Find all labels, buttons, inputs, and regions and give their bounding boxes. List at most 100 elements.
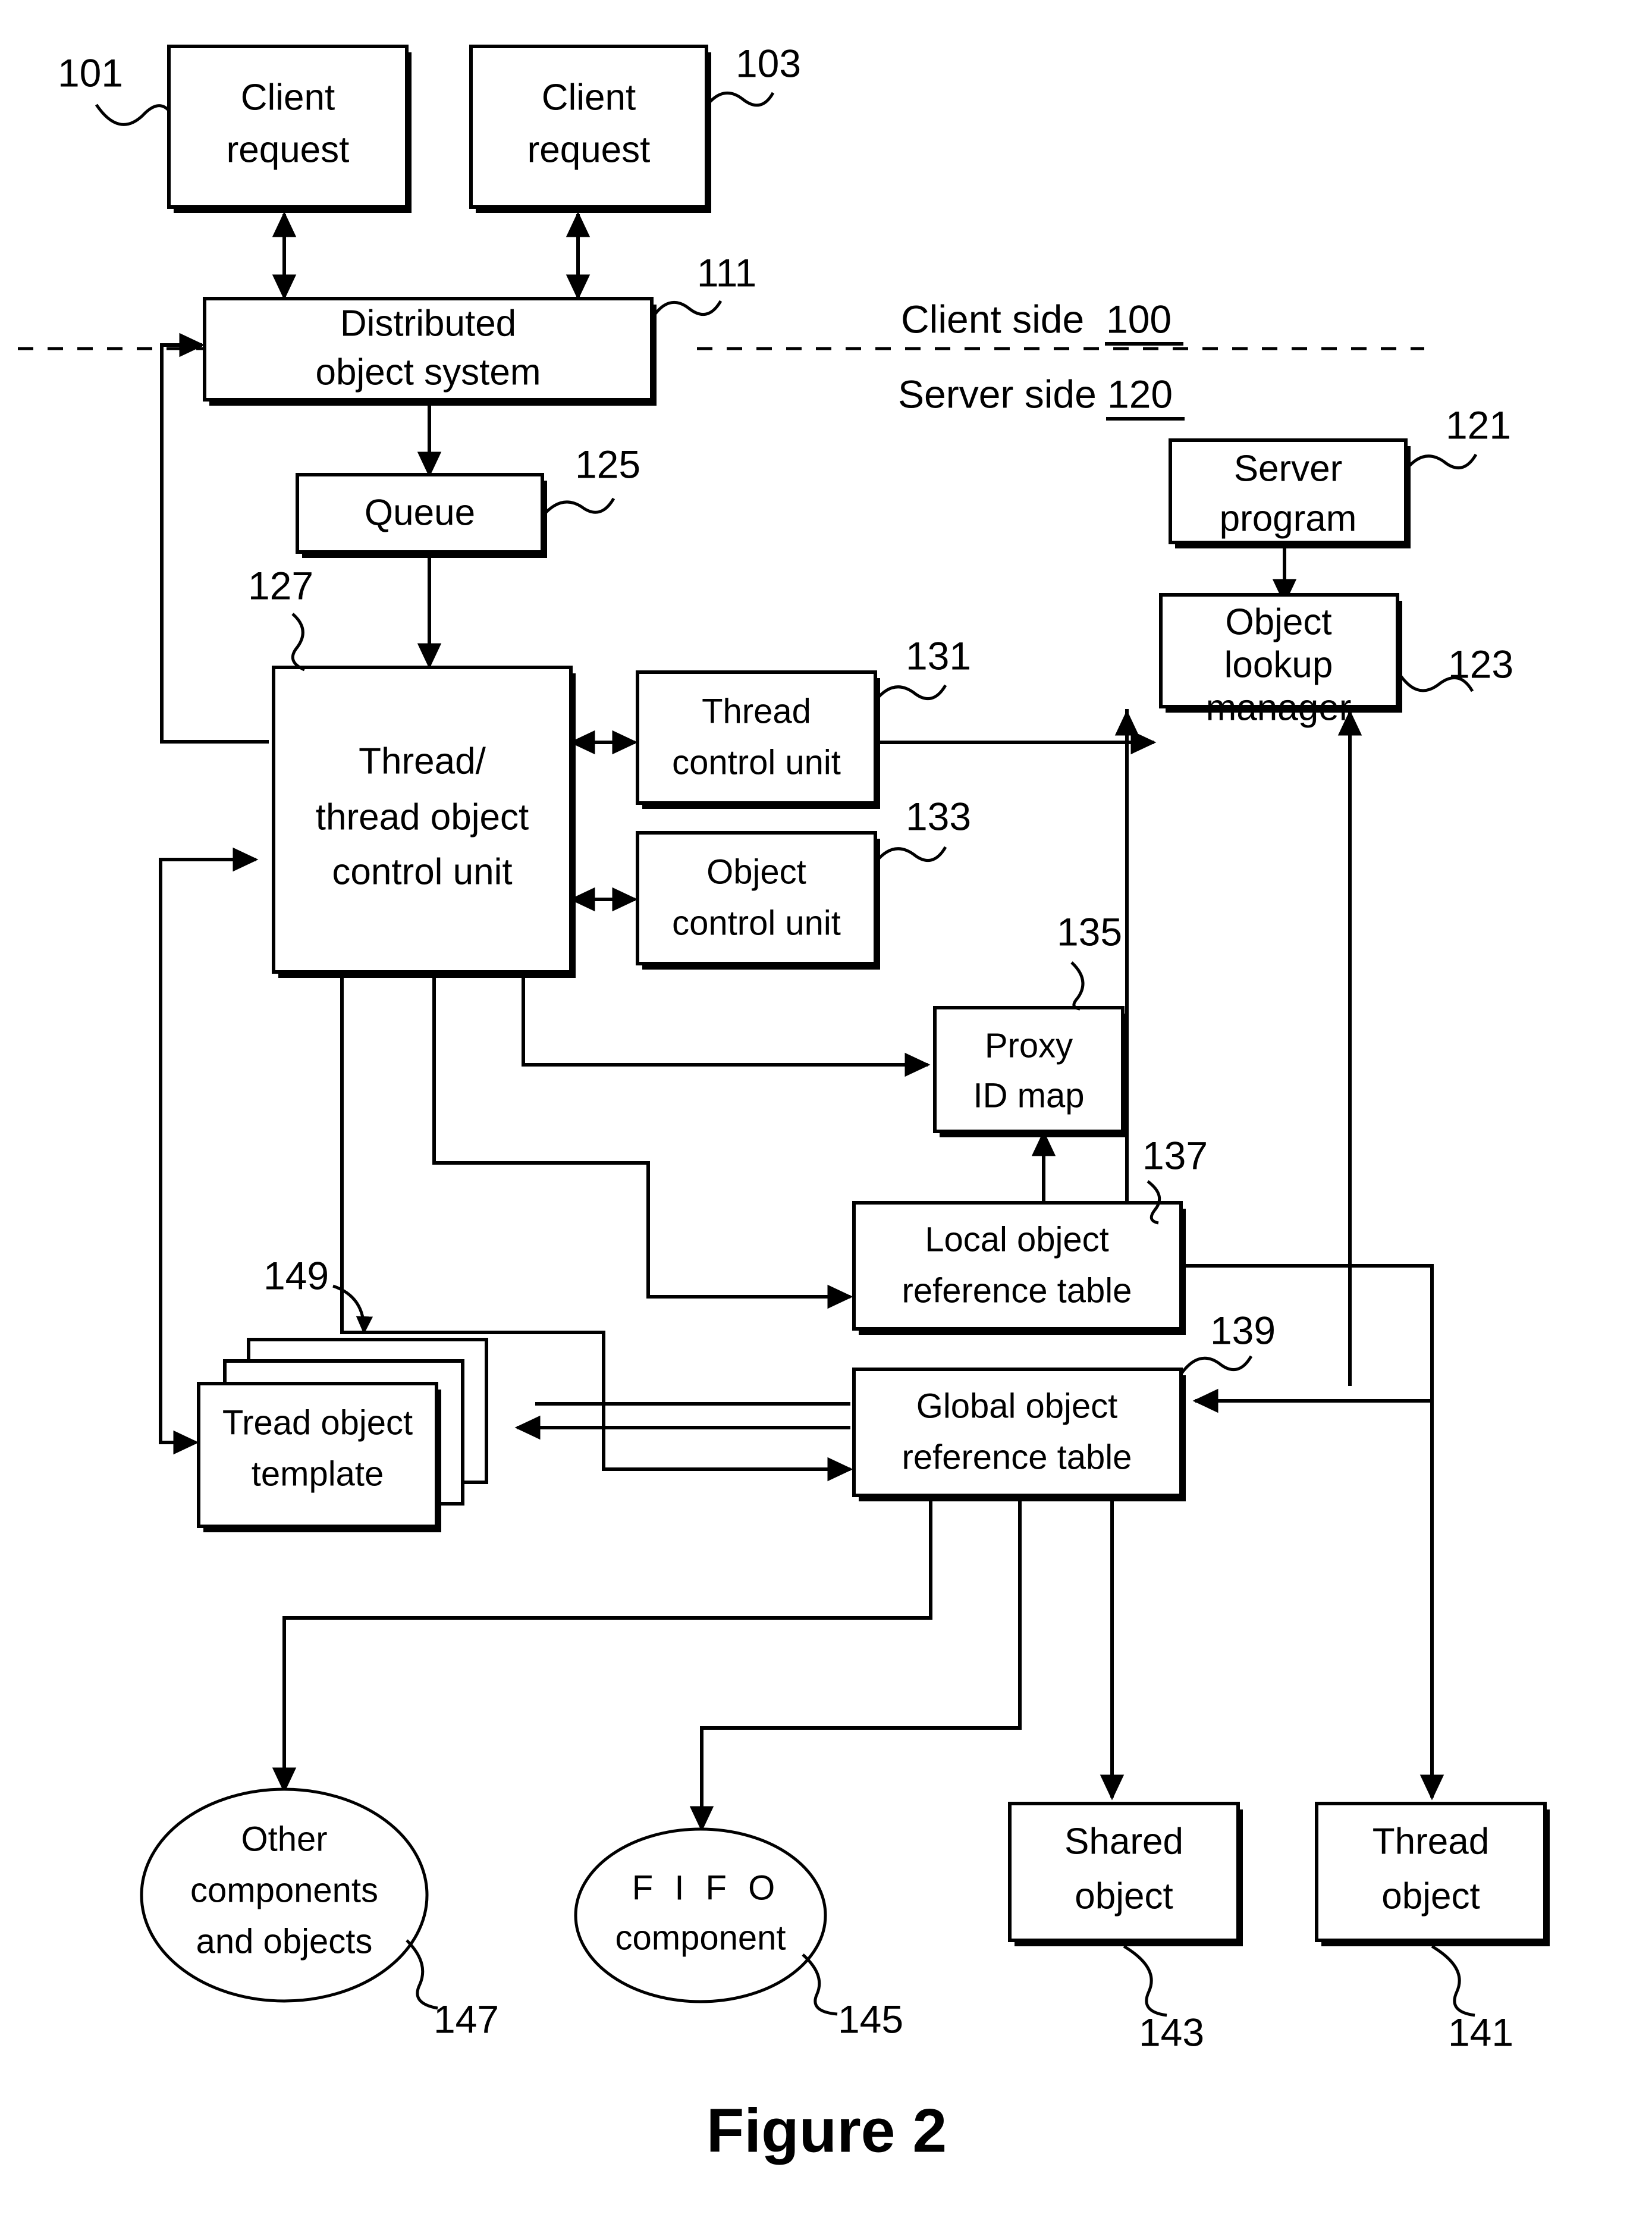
node-object-lookup-manager: Object lookup manager: [1159, 593, 1402, 728]
svg-text:131: 131: [906, 633, 971, 678]
svg-text:141: 141: [1448, 2010, 1513, 2054]
figure-caption: Figure 2: [706, 2096, 947, 2165]
olm-label-line1: Object: [1225, 601, 1331, 642]
other-components-label-line2: components: [190, 1871, 378, 1909]
node-global-object-reference-table: Global object reference table: [852, 1368, 1186, 1501]
ref-103: 103: [705, 41, 801, 107]
node-local-object-reference-table: Local object reference table: [852, 1201, 1186, 1335]
node-client-request-1: Client request: [167, 45, 412, 213]
svg-text:133: 133: [906, 794, 971, 838]
connector-treadtemplate-ttocu-feedback: [159, 847, 259, 1386]
client-side-label-group: Client side 100: [901, 297, 1183, 346]
connector-ttocu-proxyidmap: [522, 976, 931, 1077]
client-request-2-label-line1: Client: [542, 77, 636, 118]
ref-131: 131: [874, 633, 971, 702]
ocu-label-line1: Object: [706, 852, 806, 891]
thread-object-label-line1: Thread: [1373, 1821, 1489, 1862]
node-thread-object: Thread object: [1315, 1802, 1550, 1946]
olm-label-line3: manager: [1206, 687, 1352, 728]
ref-145: 145: [802, 1953, 903, 2041]
svg-text:135: 135: [1057, 909, 1122, 954]
tread-object-template-label-line1: Tread object: [222, 1403, 413, 1442]
server-side-label-group: Server side 120: [898, 372, 1185, 421]
server-program-label-line2: program: [1220, 498, 1357, 539]
ref-147: 147: [406, 1939, 499, 2041]
svg-text:111: 111: [697, 250, 756, 294]
svg-text:143: 143: [1139, 2010, 1204, 2054]
ref-139: 139: [1179, 1308, 1276, 1375]
ref-127: 127: [248, 563, 313, 672]
ref-121: 121: [1405, 403, 1511, 471]
client-side-ref: 100: [1106, 297, 1172, 341]
queue-label: Queue: [365, 492, 475, 533]
client-request-1-label-line1: Client: [241, 77, 335, 118]
svg-text:149: 149: [263, 1253, 329, 1297]
lort-label-line2: reference table: [902, 1271, 1132, 1310]
gort-label-line2: reference table: [902, 1438, 1132, 1476]
ttocu-label-line1: Thread/: [359, 741, 486, 782]
ref-135: 135: [1057, 909, 1122, 1011]
tcu-label-line1: Thread: [702, 692, 811, 730]
server-side-ref: 120: [1107, 372, 1173, 416]
ref-125: 125: [541, 442, 640, 518]
node-queue: Queue: [296, 473, 547, 558]
thread-object-label-line2: object: [1381, 1876, 1480, 1917]
connector-ttocu-lort: [432, 976, 853, 1309]
lort-label-line1: Local object: [925, 1220, 1109, 1259]
ref-123: 123: [1396, 642, 1513, 692]
node-other-components-and-objects: Other components and objects: [140, 1787, 429, 2003]
shared-object-label-line1: Shared: [1064, 1821, 1183, 1862]
shared-object-label-line2: object: [1075, 1876, 1173, 1917]
tread-object-template-label-line2: template: [252, 1454, 384, 1493]
svg-text:145: 145: [838, 1997, 903, 2041]
ref-133: 133: [874, 794, 971, 864]
client-request-2-label-line2: request: [527, 129, 651, 170]
diagram-canvas: Client request 101 Client request 103 Di…: [18, 41, 1550, 2165]
node-object-control-unit: Object control unit: [636, 831, 880, 970]
node-proxy-id-map: Proxy ID map: [933, 1006, 1127, 1137]
ttocu-label-line2: thread object: [316, 796, 529, 838]
svg-text:121: 121: [1446, 403, 1511, 447]
svg-text:101: 101: [58, 51, 123, 95]
fifo-label-line2: component: [615, 1918, 786, 1957]
fifo-label-line1: F I F O: [632, 1868, 781, 1907]
client-request-1-label-line2: request: [227, 129, 350, 170]
other-components-label-line3: and objects: [196, 1922, 373, 1961]
svg-text:137: 137: [1142, 1133, 1208, 1177]
proxy-id-map-label-line2: ID map: [973, 1076, 1085, 1115]
connector-gort-fifo: [689, 1457, 1022, 1832]
dos-label-line2: object system: [315, 352, 541, 393]
patent-figure: Client request 101 Client request 103 Di…: [0, 0, 1652, 2233]
svg-text:125: 125: [575, 442, 640, 486]
ref-101: 101: [58, 51, 170, 126]
server-program-label-line1: Server: [1234, 448, 1343, 489]
svg-text:103: 103: [736, 41, 801, 85]
dos-label-line1: Distributed: [340, 303, 516, 344]
connector-leftbus-treadtemplate: [159, 1386, 199, 1455]
ref-143: 143: [1123, 1945, 1204, 2054]
node-tread-object-template: Tread object template: [197, 1338, 488, 1532]
ocu-label-line2: control unit: [672, 904, 841, 942]
ref-149: 149: [263, 1253, 373, 1335]
svg-text:139: 139: [1210, 1308, 1276, 1352]
gort-label-line1: Global object: [916, 1387, 1118, 1425]
node-thread-thread-object-control-unit: Thread/ thread object control unit: [272, 666, 576, 978]
olm-label-line2: lookup: [1224, 644, 1333, 685]
ref-111: 111: [650, 250, 756, 320]
svg-text:147: 147: [434, 1997, 499, 2041]
ttocu-label-line3: control unit: [332, 851, 512, 892]
node-distributed-object-system: Distributed object system: [203, 297, 657, 406]
node-thread-control-unit: Thread control unit: [636, 670, 880, 809]
proxy-id-map-label-line1: Proxy: [985, 1026, 1073, 1065]
connector-olm-lort: [1073, 709, 1129, 1245]
client-side-label: Client side: [901, 297, 1084, 341]
server-side-label: Server side: [898, 372, 1097, 416]
node-client-request-2: Client request: [469, 45, 711, 213]
ref-141: 141: [1431, 1945, 1513, 2054]
node-server-program: Server program: [1169, 438, 1411, 548]
node-shared-object: Shared object: [1008, 1802, 1243, 1946]
svg-text:127: 127: [248, 563, 313, 607]
node-fifo-component: F I F O component: [574, 1827, 827, 2003]
tcu-label-line2: control unit: [672, 743, 841, 782]
other-components-label-line1: Other: [241, 1820, 327, 1858]
